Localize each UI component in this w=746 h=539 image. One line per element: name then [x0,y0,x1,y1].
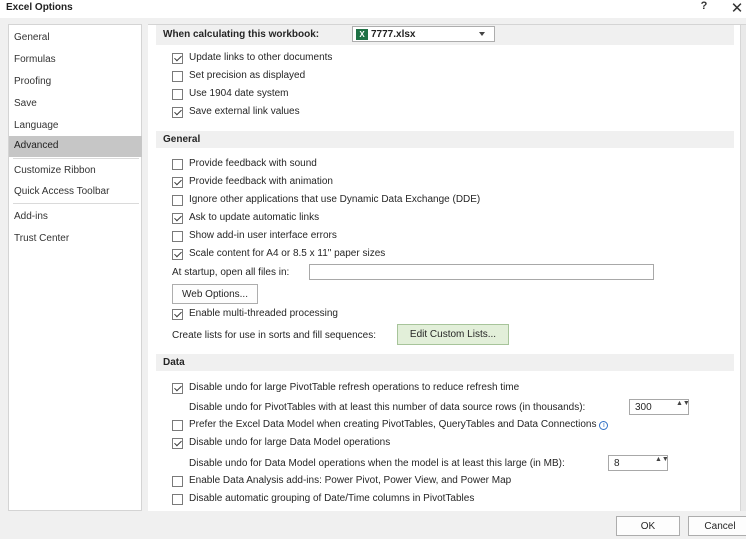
sidebar-item-save[interactable]: Save [9,94,142,115]
checkbox[interactable] [172,177,183,188]
advanced-options-panel: When calculating this workbook: X 7777.x… [148,24,746,511]
info-icon[interactable]: i [599,421,609,430]
close-icon[interactable]: ✕ [728,0,746,17]
web-options-button[interactable]: Web Options... [172,284,258,304]
checkbox[interactable] [172,159,183,170]
option-label: Enable multi-threaded processing [189,308,338,319]
edit-custom-lists-button[interactable]: Edit Custom Lists... [397,324,509,345]
option-label: Update links to other documents [189,52,333,63]
title-bar: Excel Options ? ✕ [0,0,746,18]
section-header-workbook: When calculating this workbook: X 7777.x… [156,25,734,45]
sidebar-item-language[interactable]: Language [9,116,142,137]
startup-folder-label: At startup, open all files in: [172,267,290,278]
checkbox[interactable] [172,231,183,242]
option-label: Disable undo for large PivotTable refres… [189,382,520,393]
checkbox[interactable] [172,438,183,449]
checkbox[interactable] [172,53,183,64]
pivot-rows-stepper[interactable]: 300 ▲▼ [629,399,690,415]
chevron-down-icon [479,32,485,36]
checkbox[interactable] [172,89,183,100]
window-title: Excel Options [6,2,73,13]
checkbox[interactable] [172,195,183,206]
spin-arrows-icon[interactable]: ▲▼ [676,400,690,414]
help-icon[interactable]: ? [696,0,712,18]
checkbox[interactable] [172,383,183,394]
option-label: Scale content for A4 or 8.5 x 11" paper … [189,248,386,259]
sidebar-item-trust-center[interactable]: Trust Center [9,229,142,250]
spin-arrows-icon[interactable]: ▲▼ [655,456,669,470]
workbook-dropdown-value: 7777.xlsx [371,29,416,40]
excel-file-icon: X [356,29,368,40]
checkbox[interactable] [172,309,183,320]
option-label: Enable Data Analysis add-ins: Power Pivo… [189,475,512,486]
checkbox[interactable] [172,420,183,431]
sidebar-divider [13,203,139,204]
checkbox[interactable] [172,494,183,505]
option-label: Prefer the Excel Data Model when creatin… [189,419,609,430]
checkbox[interactable] [172,476,183,487]
sidebar-divider [13,158,139,159]
sidebar-item-customize-ribbon[interactable]: Customize Ribbon [9,161,142,182]
pivot-rows-value: 300 [635,402,652,413]
checkbox[interactable] [172,71,183,82]
checkbox[interactable] [172,107,183,118]
option-label: Ask to update automatic links [189,212,320,223]
option-label: Ignore other applications that use Dynam… [189,194,481,205]
section-header-data: Data [156,354,734,371]
option-label: Show add-in user interface errors [189,230,337,241]
option-label: Disable undo for large Data Model operat… [189,437,391,448]
sidebar: General Formulas Proofing Save Language … [8,24,142,511]
pivot-rows-label: Disable undo for PivotTables with at lea… [189,402,586,413]
section-header-general: General [156,131,734,148]
sidebar-item-general[interactable]: General [9,28,142,49]
option-label: Provide feedback with animation [189,176,333,187]
sidebar-item-formulas[interactable]: Formulas [9,50,142,71]
option-label: Disable automatic grouping of Date/Time … [189,493,475,504]
option-label-text: Prefer the Excel Data Model when creatin… [189,419,597,430]
vertical-scrollbar[interactable] [740,25,746,511]
workbook-section-title: When calculating this workbook: [163,29,320,40]
sidebar-item-add-ins[interactable]: Add-ins [9,207,142,228]
sidebar-item-advanced[interactable]: Advanced [9,136,142,157]
option-label: Save external link values [189,106,300,117]
sidebar-item-quick-access-toolbar[interactable]: Quick Access Toolbar [9,182,142,203]
workbook-dropdown[interactable]: X 7777.xlsx [352,26,495,42]
custom-lists-label: Create lists for use in sorts and fill s… [172,330,376,341]
ok-button[interactable]: OK [616,516,680,536]
cancel-button[interactable]: Cancel [688,516,746,536]
checkbox[interactable] [172,249,183,260]
option-label: Set precision as displayed [189,70,306,81]
sidebar-item-proofing[interactable]: Proofing [9,72,142,93]
option-label: Use 1904 date system [189,88,289,99]
startup-folder-input[interactable] [309,264,654,280]
option-label: Provide feedback with sound [189,158,317,169]
model-size-stepper[interactable]: 8 ▲▼ [608,455,669,471]
model-size-label: Disable undo for Data Model operations w… [189,458,565,469]
model-size-value: 8 [614,458,620,469]
checkbox[interactable] [172,213,183,224]
